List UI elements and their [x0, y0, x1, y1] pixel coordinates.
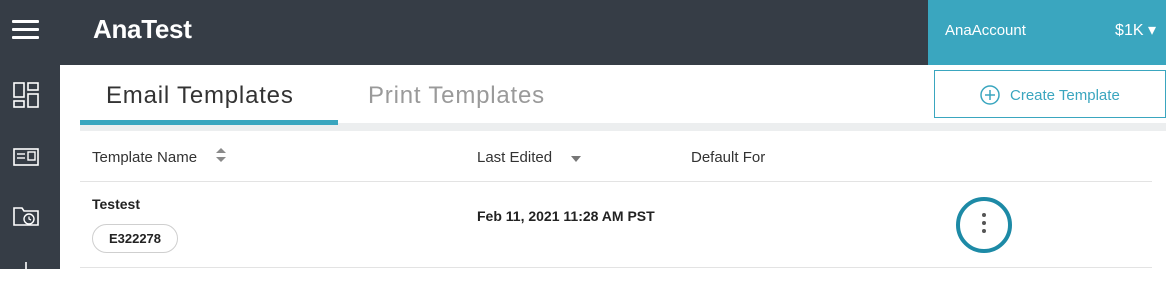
dashboard-icon[interactable] — [13, 82, 39, 108]
template-name[interactable]: Testest — [92, 196, 140, 212]
card-icon[interactable] — [13, 144, 39, 170]
account-menu[interactable]: AnaAccount $1K ▾ — [928, 0, 1166, 65]
active-tab-indicator — [80, 120, 338, 125]
row-actions-button[interactable] — [956, 197, 1012, 253]
tab-email-templates[interactable]: Email Templates — [106, 82, 294, 110]
sort-descending-icon[interactable] — [570, 155, 582, 163]
create-template-button[interactable]: Create Template — [934, 70, 1166, 118]
account-name: AnaAccount — [945, 22, 1026, 39]
history-folder-icon[interactable] — [13, 202, 39, 228]
plus-circle-icon — [980, 85, 1000, 105]
account-balance-dropdown[interactable]: $1K ▾ — [1115, 20, 1156, 40]
app-title: AnaTest — [93, 14, 192, 44]
column-header-default-for: Default For — [691, 149, 766, 166]
row-divider — [80, 267, 1152, 268]
left-nav-rail — [0, 0, 60, 272]
top-header: AnaTest — [60, 0, 928, 65]
create-template-label: Create Template — [1010, 87, 1120, 104]
template-code-badge: E322278 — [92, 224, 178, 253]
more-nav-icon[interactable] — [13, 260, 39, 286]
menu-icon[interactable] — [12, 20, 39, 40]
header-divider — [80, 181, 1152, 182]
column-header-last-edited[interactable]: Last Edited — [477, 149, 552, 166]
sort-icon[interactable] — [215, 147, 227, 163]
column-header-template-name[interactable]: Template Name — [92, 149, 197, 166]
tab-print-templates[interactable]: Print Templates — [368, 82, 545, 110]
last-edited-value: Feb 11, 2021 11:28 AM PST — [477, 208, 655, 224]
